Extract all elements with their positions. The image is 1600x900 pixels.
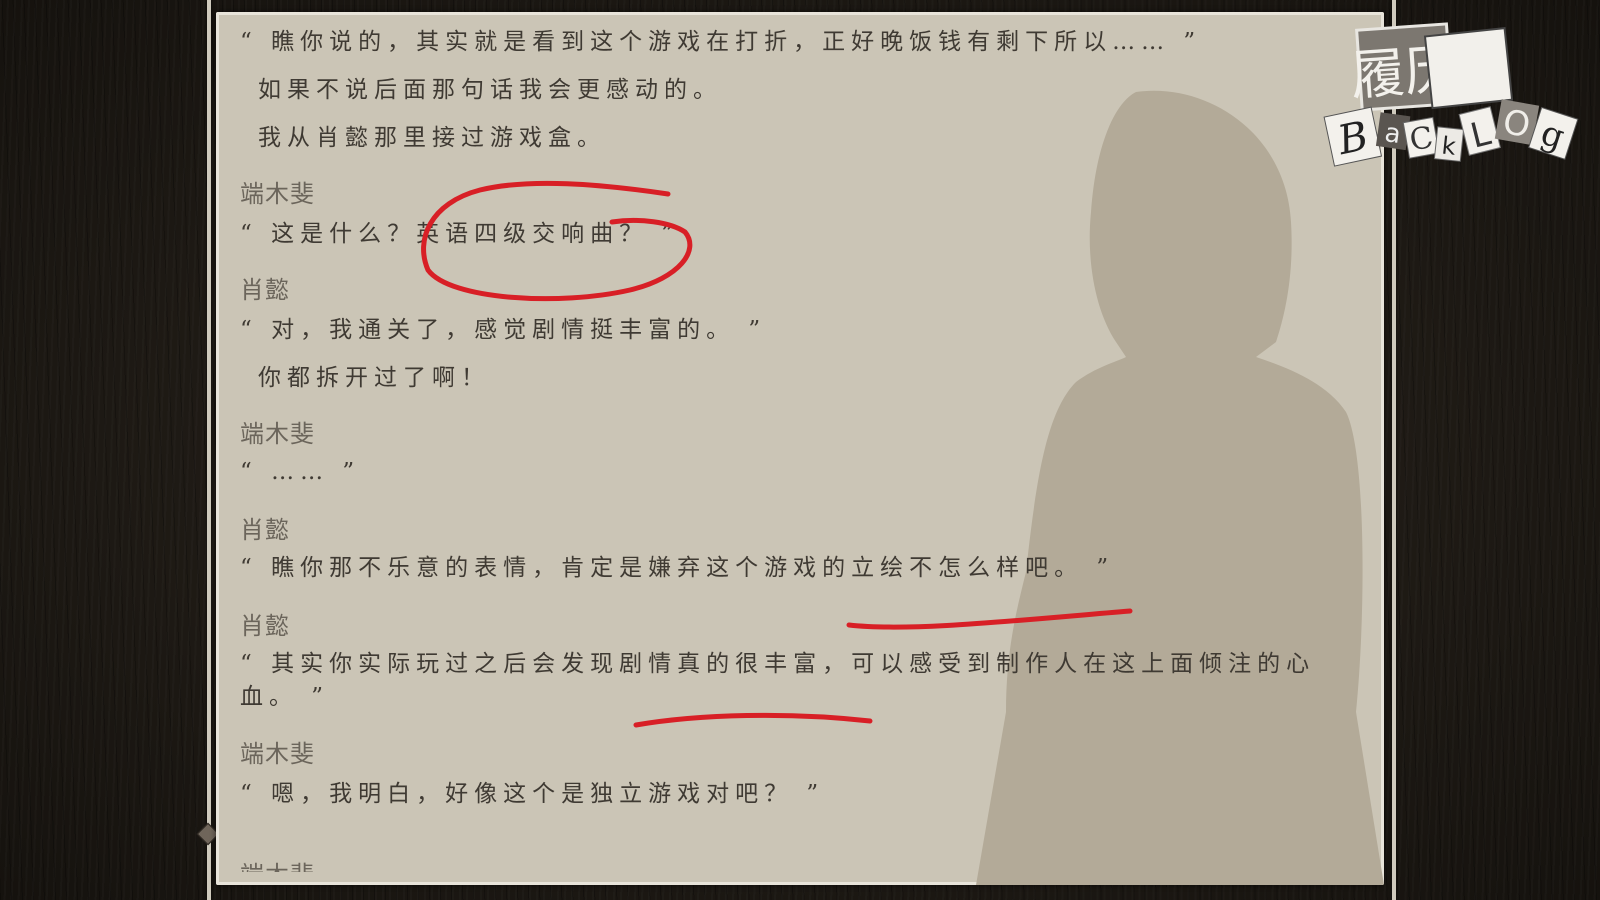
speaker-name: 肖懿 <box>240 276 290 304</box>
log-entry: “ 这是什么？英语四级交响曲？ ” <box>240 218 1360 251</box>
log-entry: 端木斐 <box>240 734 1360 769</box>
speaker-name: 端木斐 <box>240 180 315 208</box>
log-entry: 肖懿 <box>240 606 1360 641</box>
log-entry: 肖懿 <box>240 270 1360 305</box>
log-entry: “ 其实你实际玩过之后会发现剧情真的很丰富，可以感受到制作人在这上面倾注的心血。… <box>240 648 1360 714</box>
log-line: 如果不说后面那句话我会更感动的。 <box>258 77 722 103</box>
log-entry: “ …… ” <box>240 456 1360 489</box>
speaker-name: 肖懿 <box>240 516 290 544</box>
log-entry: 你都拆开过了啊！ <box>240 362 1360 395</box>
log-line: 你都拆开过了啊！ <box>258 365 490 391</box>
log-line: 我从肖懿那里接过游戏盒。 <box>258 125 606 151</box>
log-entry: 我从肖懿那里接过游戏盒。 <box>240 122 1360 155</box>
log-line: “ 瞧你那不乐意的表情，肯定是嫌弃这个游戏的立绘不怎么样吧。 ” <box>240 555 1115 581</box>
log-entry: “ 对，我通关了，感觉剧情挺丰富的。 ” <box>240 314 1360 347</box>
log-line: “ …… ” <box>240 459 361 485</box>
log-entry: “ 瞧你说的，其实就是看到这个游戏在打折，正好晚饭钱有剩下所以…… ” <box>240 26 1360 59</box>
log-line: “ 这是什么？英语四级交响曲？ ” <box>240 221 680 247</box>
speaker-name: 端木斐 <box>240 420 315 448</box>
log-entry: 肖懿 <box>240 510 1360 545</box>
log-entry: “ 瞧你那不乐意的表情，肯定是嫌弃这个游戏的立绘不怎么样吧。 ” <box>240 552 1360 585</box>
speaker-name: 端木斐 <box>240 858 1360 872</box>
speaker-name: 肖懿 <box>240 612 290 640</box>
backlog-list[interactable]: “ 瞧你说的，其实就是看到这个游戏在打折，正好晚饭钱有剩下所以…… ” 如果不说… <box>240 26 1360 872</box>
speaker-name: 端木斐 <box>240 740 315 768</box>
backlog-logo: 履历 B a C k L O g <box>1323 22 1579 167</box>
log-entry: 端木斐 <box>240 174 1360 209</box>
log-line: “ 瞧你说的，其实就是看到这个游戏在打折，正好晚饭钱有剩下所以…… ” <box>240 29 1202 55</box>
log-entry: 端木斐 <box>240 414 1360 449</box>
log-line: “ 嗯，我明白，好像这个是独立游戏对吧？ ” <box>240 781 825 807</box>
log-entry: 如果不说后面那句话我会更感动的。 <box>240 74 1360 107</box>
log-line: “ 其实你实际玩过之后会发现剧情真的很丰富，可以感受到制作人在这上面倾注的心血。… <box>240 651 1316 710</box>
log-entry: “ 嗯，我明白，好像这个是独立游戏对吧？ ” <box>240 778 1360 811</box>
log-line: “ 对，我通关了，感觉剧情挺丰富的。 ” <box>240 317 767 343</box>
log-entry: 端木斐 <box>240 858 1360 872</box>
backlog-panel[interactable]: “ 瞧你说的，其实就是看到这个游戏在打折，正好晚饭钱有剩下所以…… ” 如果不说… <box>216 12 1384 885</box>
scroll-rail-left <box>207 0 211 900</box>
